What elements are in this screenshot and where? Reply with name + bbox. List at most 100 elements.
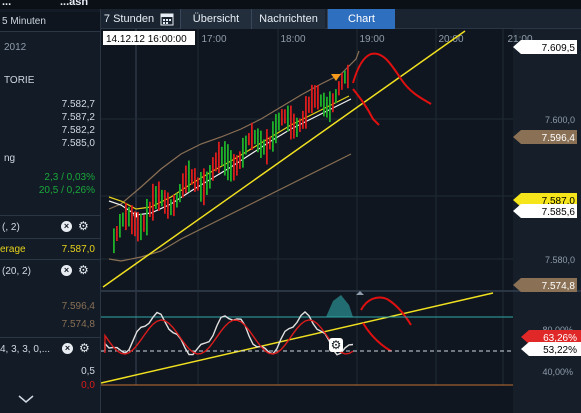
indicator-row-d-label: 4, 3, 3, 0,... bbox=[0, 344, 51, 355]
candle-down bbox=[149, 201, 151, 217]
calendar-icon[interactable] bbox=[159, 9, 175, 29]
annotation-stroke bbox=[352, 52, 432, 105]
candle-up bbox=[200, 171, 202, 202]
candle-down bbox=[305, 96, 307, 129]
candle-down bbox=[266, 129, 268, 165]
candle-up bbox=[170, 199, 172, 216]
candle-up bbox=[320, 94, 322, 107]
time-label: 17:00 bbox=[201, 34, 226, 45]
instrument-side-panel: 5 Minuten 2012 TORIE 7.582,7 7.587,2 7.5… bbox=[0, 9, 101, 413]
candle-down bbox=[236, 155, 238, 176]
candle-down bbox=[299, 118, 301, 133]
remove-icon[interactable]: × bbox=[62, 343, 73, 354]
candle-down bbox=[134, 211, 136, 237]
price-badge-label: 7.585,6 bbox=[542, 207, 576, 218]
candle-down bbox=[143, 215, 145, 232]
oscillator-tick-label: 40,00% bbox=[542, 367, 573, 377]
trendline-price bbox=[102, 30, 466, 288]
candle-up bbox=[119, 213, 121, 238]
candle-up bbox=[227, 144, 229, 181]
tab-overview[interactable]: Übersicht bbox=[180, 9, 251, 29]
oscillator-badge-label: 53,22% bbox=[543, 345, 577, 356]
interval-tab[interactable]: 5 Minuten bbox=[0, 12, 100, 32]
candle-down bbox=[338, 81, 340, 96]
remove-icon[interactable]: × bbox=[61, 221, 72, 232]
candle-up bbox=[221, 146, 223, 166]
indicator-row-d-value-1: 0,5 bbox=[81, 366, 95, 377]
candle-up bbox=[224, 141, 226, 176]
candle-down bbox=[269, 136, 271, 150]
candle-down bbox=[251, 122, 253, 151]
candle-down bbox=[311, 84, 313, 114]
interval-tab-label: 5 Minuten bbox=[2, 16, 46, 27]
candle-down bbox=[212, 157, 214, 181]
price-badge-label: 7.609,5 bbox=[542, 43, 576, 54]
change-value-2: 20,5 / 0,26% bbox=[38, 185, 95, 196]
candle-up bbox=[278, 112, 280, 131]
year-label: 2012 bbox=[4, 42, 27, 53]
candle-up bbox=[263, 139, 265, 155]
candle-up bbox=[326, 96, 328, 118]
candle-down bbox=[116, 226, 118, 242]
indicator-row-a-label: (, 2) bbox=[2, 222, 20, 233]
candle-down bbox=[347, 64, 349, 89]
candle-up bbox=[155, 186, 157, 209]
candle-up bbox=[287, 105, 289, 132]
candle-down bbox=[125, 202, 127, 231]
candle-down bbox=[152, 183, 154, 221]
price-badge-label: 7.596,4 bbox=[542, 133, 576, 144]
candle-down bbox=[314, 85, 316, 108]
candle-up bbox=[296, 117, 298, 137]
chevron-down-icon[interactable] bbox=[18, 390, 34, 403]
indicator-row-b-value: 7.587,0 bbox=[61, 244, 95, 255]
indicator-row-c[interactable]: (20, 2) × ⚙ bbox=[0, 259, 100, 279]
oscillator-signal-line bbox=[104, 319, 354, 355]
gear-icon[interactable]: ⚙ bbox=[79, 342, 90, 354]
oscillator-overbought-area bbox=[326, 295, 353, 317]
price-tick-label: 7.600,0 bbox=[545, 115, 575, 125]
settings-gear-icon: ⚙ bbox=[331, 338, 342, 352]
top-strip-left-text: ... bbox=[2, 0, 12, 8]
candle-down bbox=[281, 109, 283, 126]
change-value-1: 2,3 / 0,03% bbox=[44, 172, 95, 183]
ng-label: ng bbox=[4, 153, 16, 164]
gear-icon[interactable]: ⚙ bbox=[78, 220, 89, 232]
candle-down bbox=[248, 133, 250, 146]
candle-up bbox=[161, 189, 163, 207]
candle-down bbox=[302, 110, 304, 129]
candle-up bbox=[344, 70, 346, 84]
price-chart[interactable]: 7.600,07.590,07.580,014.12.12 16:00:0017… bbox=[101, 29, 581, 413]
timeframe-button[interactable]: 7 Stunden bbox=[103, 9, 155, 29]
candle-down bbox=[332, 93, 334, 113]
candle-up bbox=[146, 198, 148, 236]
candle-down bbox=[308, 96, 310, 113]
chart-canvas[interactable]: 7.600,07.590,07.580,014.12.12 16:00:0017… bbox=[101, 29, 581, 413]
gear-icon[interactable]: ⚙ bbox=[78, 264, 89, 276]
candle-down bbox=[233, 154, 235, 181]
candle-up bbox=[329, 91, 331, 123]
indicator-row-c-value-2: 7.574,8 bbox=[61, 319, 95, 330]
indicator-row-c-value-1: 7.596,4 bbox=[61, 301, 95, 312]
indicator-row-d-value-2: 0,0 bbox=[81, 380, 95, 391]
time-label: 20:00 bbox=[438, 34, 463, 45]
indicator-row-b[interactable]: erage 7.587,0 bbox=[0, 238, 100, 258]
tab-chart[interactable]: Chart bbox=[327, 9, 395, 29]
candle-up bbox=[188, 160, 190, 193]
candle-up bbox=[128, 207, 130, 227]
candle-down bbox=[137, 211, 139, 242]
candle-up bbox=[206, 171, 208, 195]
bollinger-upper-band bbox=[108, 50, 360, 210]
candle-down bbox=[173, 194, 175, 217]
candle-down bbox=[239, 151, 241, 169]
candle-down bbox=[203, 168, 205, 206]
candle-down bbox=[158, 181, 160, 211]
indicator-row-d[interactable]: 4, 3, 3, 0,... × ⚙ bbox=[0, 337, 100, 357]
indicator-row-a[interactable]: (, 2) × ⚙ bbox=[0, 215, 100, 235]
tab-news[interactable]: Nachrichten bbox=[251, 9, 325, 29]
time-label: 14.12.12 16:00:00 bbox=[106, 34, 187, 45]
price-value-4: 7.585,0 bbox=[61, 138, 95, 149]
candle-up bbox=[113, 228, 115, 254]
remove-icon[interactable]: × bbox=[61, 265, 72, 276]
toolbar: 7 Stunden Übersicht Nachrichten Chart bbox=[101, 9, 581, 29]
candle-down bbox=[290, 105, 292, 140]
